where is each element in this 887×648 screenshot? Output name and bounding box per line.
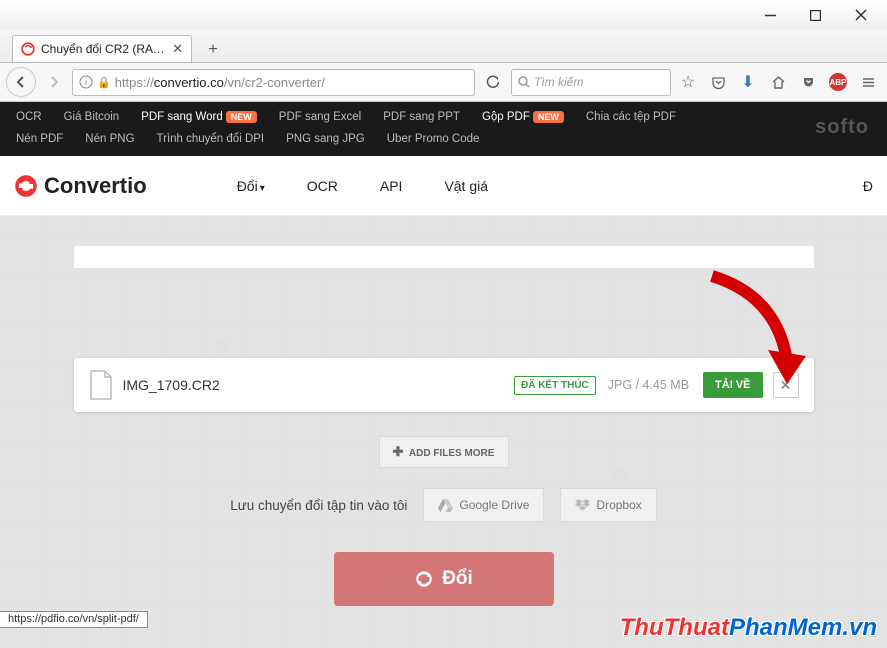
top-link[interactable]: PNG sang JPG xyxy=(286,128,365,150)
main-nav: Convertio Đổi▾ OCR API Vật giá Đ xyxy=(0,156,887,216)
top-link[interactable]: Chia các tệp PDF xyxy=(586,106,676,128)
top-link[interactable]: Nén PDF xyxy=(16,128,63,150)
pocket-save-icon[interactable] xyxy=(795,69,821,95)
file-result-card: IMG_1709.CR2 ĐÃ KẾT THÚC JPG / 4.45 MB T… xyxy=(74,358,814,412)
nav-item[interactable]: Đổi▾ xyxy=(237,178,265,194)
content-area: IMG_1709.CR2 ĐÃ KẾT THÚC JPG / 4.45 MB T… xyxy=(0,216,887,648)
download-button[interactable]: TẢI VỀ xyxy=(703,372,762,398)
convertio-logo-icon xyxy=(14,174,38,198)
top-link[interactable]: PDF sang WordNEW xyxy=(141,106,257,128)
status-bar: https://pdfio.co/vn/split-pdf/ xyxy=(0,611,148,628)
download-icon[interactable]: ⬇ xyxy=(735,69,761,95)
google-drive-button[interactable]: Google Drive xyxy=(423,488,544,522)
dropbox-button[interactable]: Dropbox xyxy=(560,488,656,522)
save-label: Lưu chuyển đổi tập tin vào tôi xyxy=(230,498,407,513)
back-button[interactable] xyxy=(6,67,36,97)
logo-text: Convertio xyxy=(44,173,147,199)
info-icon: i xyxy=(79,75,93,89)
right-nav-item[interactable]: Đ xyxy=(863,178,873,194)
top-link[interactable]: PDF sang PPT xyxy=(383,106,460,128)
top-link[interactable]: PDF sang Excel xyxy=(279,106,361,128)
browser-toolbar: i 🔒 https://convertio.co/vn/cr2-converte… xyxy=(0,63,887,102)
file-info: JPG / 4.45 MB xyxy=(608,378,689,392)
url-path: /vn/cr2-converter/ xyxy=(224,75,325,90)
softo-logo: softo xyxy=(815,116,869,139)
new-tab-button[interactable]: + xyxy=(200,38,226,62)
convertio-favicon-icon xyxy=(21,42,35,56)
top-link[interactable]: Giá Bitcoin xyxy=(64,106,120,128)
convert-icon xyxy=(414,569,434,589)
window-titlebar xyxy=(0,0,887,30)
watermark: ThuThuatPhanMem.vn xyxy=(620,614,877,642)
new-badge: NEW xyxy=(533,111,564,123)
browser-tab[interactable]: Chuyển đổi CR2 (RAW) (Trự... ✕ xyxy=(12,35,192,62)
close-window-button[interactable] xyxy=(838,1,883,29)
top-links-bar: OCR Giá Bitcoin PDF sang WordNEW PDF sang E… xyxy=(0,102,887,156)
google-drive-icon xyxy=(438,499,453,512)
minimize-button[interactable] xyxy=(748,1,793,29)
search-box[interactable]: Tìm kiếm xyxy=(511,69,671,96)
file-icon xyxy=(89,370,113,400)
menu-icon[interactable] xyxy=(855,69,881,95)
top-link[interactable]: Uber Promo Code xyxy=(387,128,480,150)
convert-label: Đổi xyxy=(442,568,473,590)
lock-icon: 🔒 xyxy=(97,76,111,89)
url-protocol: https:// xyxy=(115,75,154,90)
abp-icon[interactable]: ABP xyxy=(825,69,851,95)
search-placeholder: Tìm kiếm xyxy=(534,75,583,89)
convertio-logo[interactable]: Convertio xyxy=(14,173,147,199)
search-icon xyxy=(518,76,530,88)
nav-item[interactable]: OCR xyxy=(307,178,338,194)
url-host: convertio.co xyxy=(154,75,224,90)
chevron-down-icon: ▾ xyxy=(260,183,265,194)
status-badge: ĐÃ KẾT THÚC xyxy=(514,376,596,395)
save-destination-row: Lưu chuyển đổi tập tin vào tôi Google Dr… xyxy=(74,488,814,522)
nav-item[interactable]: Vật giá xyxy=(444,178,488,194)
top-link[interactable]: Nén PNG xyxy=(85,128,134,150)
home-icon[interactable] xyxy=(765,69,791,95)
top-link[interactable]: Gộp PDFNEW xyxy=(482,106,564,128)
pocket-icon[interactable] xyxy=(705,69,731,95)
tab-close-icon[interactable]: ✕ xyxy=(172,41,183,57)
svg-text:i: i xyxy=(85,77,87,87)
add-files-label: ADD FILES MORE xyxy=(409,448,495,459)
maximize-button[interactable] xyxy=(793,1,838,29)
dropbox-icon xyxy=(575,499,590,512)
new-badge: NEW xyxy=(226,111,257,123)
top-link[interactable]: OCR xyxy=(16,106,42,128)
reload-button[interactable] xyxy=(479,68,507,96)
tab-title: Chuyển đổi CR2 (RAW) (Trự... xyxy=(41,42,166,56)
convert-button[interactable]: Đổi xyxy=(334,552,554,606)
top-white-strip xyxy=(74,246,814,268)
forward-button[interactable] xyxy=(40,68,68,96)
address-bar[interactable]: i 🔒 https://convertio.co/vn/cr2-converte… xyxy=(72,69,475,96)
plus-icon: ✚ xyxy=(393,444,404,459)
browser-tab-bar: Chuyển đổi CR2 (RAW) (Trự... ✕ + xyxy=(0,30,887,63)
remove-file-button[interactable]: ✕ xyxy=(773,372,799,398)
bookmark-star-icon[interactable]: ☆ xyxy=(675,69,701,95)
add-files-button[interactable]: ✚ ADD FILES MORE xyxy=(379,436,509,468)
top-link[interactable]: Trình chuyển đổi DPI xyxy=(157,128,265,150)
nav-item[interactable]: API xyxy=(380,178,403,194)
file-name: IMG_1709.CR2 xyxy=(123,377,514,393)
